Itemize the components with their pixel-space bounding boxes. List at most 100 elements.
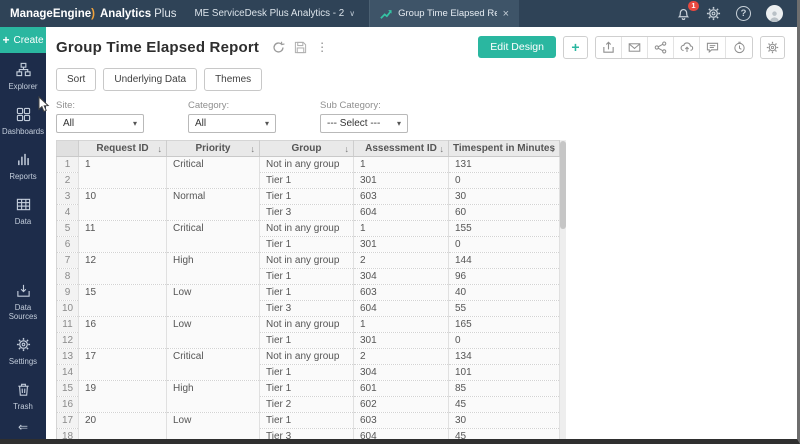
caret-down-icon: ▾: [264, 119, 269, 128]
underlying-data-button[interactable]: Underlying Data: [103, 68, 198, 91]
filter-site: Site: All ▾: [56, 100, 144, 133]
export-button[interactable]: [596, 36, 622, 58]
refresh-icon[interactable]: [272, 41, 285, 54]
create-label: Create: [13, 34, 44, 46]
sort-button[interactable]: Sort: [56, 68, 97, 91]
plus-icon: +: [2, 33, 10, 47]
sidebar-collapse-button[interactable]: ⇐: [0, 418, 46, 439]
notifications-button[interactable]: 1: [676, 1, 699, 21]
cell-assessment-id: 604: [353, 300, 449, 317]
sidebar-item-trash[interactable]: Trash: [0, 373, 46, 418]
settings-button[interactable]: [706, 6, 721, 21]
schedule-button[interactable]: [726, 37, 752, 58]
workspace-selector[interactable]: ME ServiceDesk Plus Analytics - 2 ∨: [185, 0, 370, 27]
email-button[interactable]: [622, 36, 648, 58]
view-actions: Sort Underlying Data Themes: [56, 68, 797, 91]
table-row: 7 12 High Not in any group 2 144: [56, 252, 560, 285]
edit-design-button[interactable]: Edit Design: [478, 36, 556, 58]
sub-category-select[interactable]: --- Select --- ▾: [320, 114, 408, 133]
sidebar-item-label: Data: [14, 217, 32, 226]
sidebar-item-data-sources[interactable]: Data Sources: [0, 274, 46, 328]
column-header-assessment-id[interactable]: Assessment ID ↓: [353, 140, 449, 157]
site-select[interactable]: All ▾: [56, 114, 144, 133]
sort-icon[interactable]: ↓: [551, 144, 556, 154]
sort-icon[interactable]: ↓: [345, 144, 350, 154]
sort-icon[interactable]: ↓: [251, 144, 256, 154]
column-header-group[interactable]: Group ↓: [259, 140, 354, 157]
collapse-left-icon: ⇐: [17, 420, 29, 434]
report-table-body: 1 1 Critical Not in any group 1 131 2 Tier 1 301…: [56, 156, 560, 439]
cell-assessment-id: 304: [353, 268, 449, 285]
share-button[interactable]: [648, 36, 674, 58]
select-value: All: [63, 118, 75, 129]
dashboards-icon: [16, 107, 31, 124]
cell-group: Not in any group: [259, 252, 354, 269]
create-button[interactable]: + Create: [0, 27, 46, 53]
cell-assessment-id: 601: [353, 380, 449, 397]
cell-priority: Critical: [166, 220, 260, 253]
sidebar-item-data[interactable]: Data: [0, 188, 46, 233]
cell-group: Tier 1: [259, 380, 354, 397]
cell-timespent: 96: [448, 268, 560, 285]
sidebar-item-label: Explorer: [8, 82, 38, 91]
column-header-priority[interactable]: Priority ↓: [166, 140, 260, 157]
cell-timespent: 134: [448, 348, 560, 365]
select-value: All: [195, 118, 207, 129]
cell-assessment-id: 1: [353, 156, 449, 173]
row-number: 1: [56, 156, 79, 173]
sidebar-item-label: Data Sources: [8, 303, 38, 321]
report-settings-button[interactable]: [760, 35, 785, 59]
brand-product: Analytics: [100, 7, 152, 20]
topbar-actions: 1 ?: [676, 0, 797, 27]
cell-assessment-id: 604: [353, 428, 449, 439]
cell-timespent: 0: [448, 332, 560, 349]
cell-assessment-id: 301: [353, 172, 449, 189]
cell-group: Tier 1: [259, 364, 354, 381]
gear-icon: [766, 41, 779, 53]
column-header-timespent[interactable]: Timespent in Minutes ↓: [448, 140, 560, 157]
cell-group: Tier 3: [259, 204, 354, 221]
themes-button[interactable]: Themes: [204, 68, 263, 91]
tab-close-icon[interactable]: ×: [503, 8, 509, 20]
sort-icon[interactable]: ↓: [158, 144, 163, 154]
table-row: 5 11 Critical Not in any group 1 155: [56, 220, 560, 253]
row-number-header: [56, 140, 79, 157]
title-tools: ⋮: [272, 40, 328, 54]
help-button[interactable]: ?: [736, 6, 751, 21]
column-header-request-id[interactable]: Request ID ↓: [78, 140, 167, 157]
select-value: --- Select ---: [327, 118, 381, 129]
cell-priority: Low: [166, 284, 260, 317]
scrollbar-thumb[interactable]: [560, 141, 566, 229]
gear-icon: [706, 6, 721, 21]
category-select[interactable]: All ▾: [188, 114, 276, 133]
cell-assessment-id: 2: [353, 348, 449, 365]
table-row: 13 17 Critical Not in any group 2 134: [56, 348, 560, 381]
row-number: 7: [56, 252, 79, 269]
more-options-icon[interactable]: ⋮: [316, 40, 328, 54]
save-icon[interactable]: [294, 41, 307, 54]
sidebar-item-label: Settings: [8, 357, 38, 366]
cell-timespent: 85: [448, 380, 560, 397]
tab-group-time-elapsed-report[interactable]: Group Time Elapsed Re... ×: [369, 0, 520, 27]
comments-button[interactable]: [700, 36, 726, 58]
sidebar-item-reports[interactable]: Reports: [0, 143, 46, 188]
table-scrollbar[interactable]: [560, 140, 566, 439]
envelope-icon: [628, 42, 641, 52]
sort-icon[interactable]: ↓: [440, 144, 445, 154]
cell-group: Not in any group: [259, 316, 354, 333]
avatar[interactable]: [766, 5, 783, 22]
cell-timespent: 30: [448, 412, 560, 429]
sidebar-item-settings[interactable]: Settings: [0, 328, 46, 373]
sidebar-item-dashboards[interactable]: Dashboards: [0, 98, 46, 143]
brand-swoosh-icon: ): [91, 7, 95, 20]
publish-button[interactable]: [674, 36, 700, 58]
filter-label: Site:: [56, 100, 76, 111]
row-number: 16: [56, 396, 79, 413]
cell-priority: Critical: [166, 156, 260, 189]
cell-request-id: 17: [78, 348, 167, 381]
topbar: ManageEngine) Analytics Plus ME ServiceDes…: [0, 0, 797, 27]
add-button[interactable]: +: [563, 35, 588, 59]
cell-request-id: 19: [78, 380, 167, 413]
sidebar-item-explorer[interactable]: Explorer: [0, 53, 46, 98]
help-icon: ?: [740, 8, 747, 19]
